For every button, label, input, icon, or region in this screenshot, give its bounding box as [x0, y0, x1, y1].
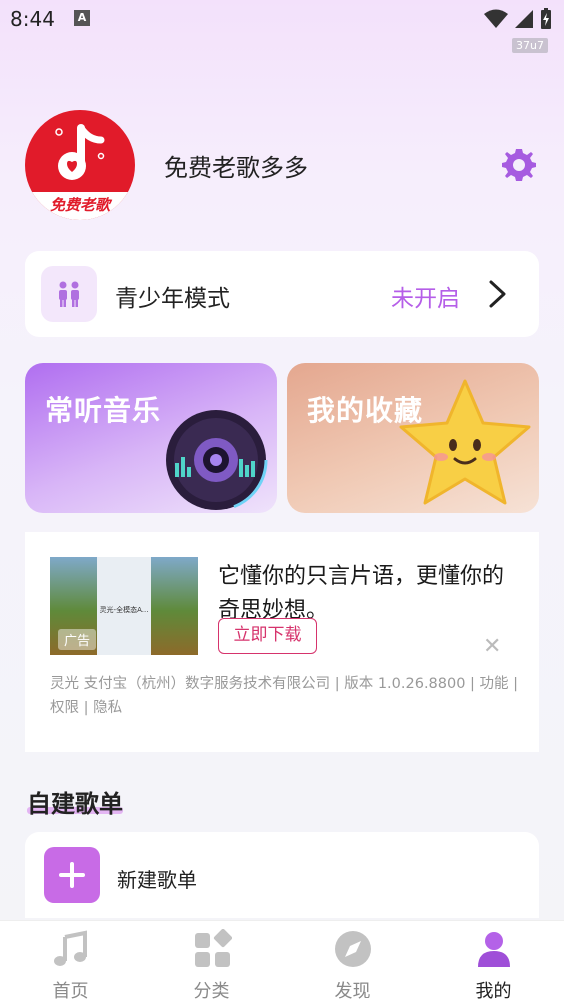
nav-mine[interactable]: 我的: [423, 921, 564, 1002]
music-note-icon: [53, 930, 87, 966]
nav-category[interactable]: 分类: [141, 921, 282, 1002]
avatar-label: 免费老歌: [25, 192, 135, 220]
compass-icon: [334, 931, 371, 967]
new-playlist-label: 新建歌单: [117, 868, 197, 892]
chevron-right-icon: [489, 280, 506, 308]
plus-icon: [44, 847, 100, 903]
gear-icon[interactable]: [500, 146, 538, 184]
nav-home[interactable]: 首页: [0, 921, 141, 1002]
ad-download-button[interactable]: 立即下载: [218, 618, 317, 654]
user-icon: [477, 932, 510, 967]
playlist-section-title: 自建歌单: [27, 790, 123, 818]
people-icon: [59, 281, 79, 307]
status-icons: [484, 8, 552, 30]
star-mascot-icon: [399, 379, 531, 505]
status-bar: 8:44 A: [0, 0, 564, 36]
profile-name: 免费老歌多多: [164, 154, 308, 182]
bottom-nav: 首页 分类 发现 我的: [0, 920, 564, 1002]
ad-meta: 灵光 支付宝（杭州）数字服务技术有限公司 | 版本 1.0.26.8800 | …: [50, 676, 519, 716]
nav-discover-label: 发现: [334, 981, 371, 1002]
my-favorites-card[interactable]: 我的收藏: [287, 363, 539, 513]
category-icon: [194, 929, 232, 967]
vinyl-disc-icon: [164, 408, 268, 512]
avatar[interactable]: 免费老歌: [25, 110, 135, 220]
nav-home-label: 首页: [52, 981, 89, 1002]
youth-mode-row[interactable]: 青少年模式 未开启: [25, 251, 539, 337]
ad-card[interactable]: 灵光-全模态A... 广告 它懂你的只言片语，更懂你的奇思妙想。 立即下载 ✕ …: [25, 532, 539, 752]
ad-image-text: 灵光-全模态A...: [99, 606, 149, 614]
debug-badge: 37u7: [512, 38, 548, 53]
music-note-logo-icon: [55, 124, 105, 180]
status-time: 8:44: [10, 7, 55, 31]
new-playlist-row[interactable]: 新建歌单: [25, 832, 539, 918]
notification-a-icon: A: [74, 10, 90, 26]
nav-mine-label: 我的: [475, 981, 512, 1002]
close-icon[interactable]: ✕: [483, 634, 501, 659]
nav-discover[interactable]: 发现: [282, 921, 423, 1002]
signal-icon: [515, 10, 533, 28]
nav-category-label: 分类: [193, 981, 230, 1002]
youth-mode-status: 未开启: [391, 286, 460, 312]
youth-icon-box: [41, 266, 97, 322]
ad-image[interactable]: 灵光-全模态A... 广告: [50, 557, 198, 655]
frequent-music-title: 常听音乐: [45, 394, 162, 427]
battery-icon: [541, 8, 551, 29]
ad-tag: 广告: [58, 629, 97, 650]
youth-mode-label: 青少年模式: [115, 286, 230, 312]
frequent-music-card[interactable]: 常听音乐: [25, 363, 277, 513]
wifi-icon: [484, 9, 508, 28]
